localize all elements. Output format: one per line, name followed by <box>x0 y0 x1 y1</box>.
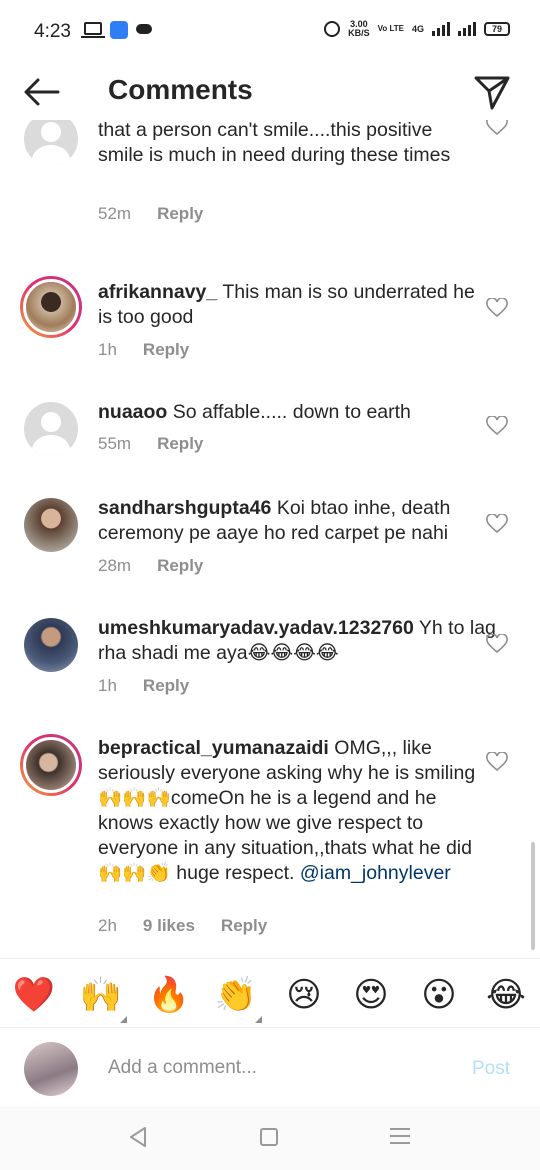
avatar[interactable] <box>20 734 82 796</box>
emoji-crying-face[interactable]: 😢 <box>282 973 326 1017</box>
status-indicators: 3.00 KB/S Vo LTE 4G 79 <box>324 20 510 38</box>
status-time: 4:23 <box>34 21 71 42</box>
emoji-raised-hands-glyph: 🙌 <box>79 976 123 1014</box>
post-button[interactable]: Post <box>472 1058 510 1080</box>
emoji-heart[interactable]: ❤️ <box>12 973 56 1017</box>
volte-indicator: Vo LTE <box>377 24 404 33</box>
comment-text: So affable..... down to earth <box>172 401 411 423</box>
reply-button[interactable]: Reply <box>157 204 203 224</box>
comment-meta: 1h Reply <box>98 676 215 696</box>
network-speed: 3.00 KB/S <box>348 20 370 38</box>
comment-body: bepractical_yumanazaidi OMG,,, like seri… <box>98 736 478 886</box>
cloud-icon <box>136 24 152 34</box>
arrow-left-icon[interactable] <box>22 76 62 108</box>
comment-body: sandharshgupta46 Koi btao inhe, death ce… <box>98 496 478 546</box>
comment-username[interactable]: sandharshgupta46 <box>98 497 271 519</box>
emoji-tears-of-joy[interactable]: 😂 <box>484 973 528 1017</box>
laptop-icon <box>81 22 105 38</box>
comment-meta: 2h 9 likes Reply <box>98 916 293 936</box>
heart-icon[interactable] <box>486 752 508 772</box>
comment-body: nuaaoo So affable..... down to earth <box>98 400 478 425</box>
emoji-bar: ❤️ 🙌 🔥 👏 😢 😍 😮 😂 <box>0 958 540 1028</box>
comment-username[interactable]: nuaaoo <box>98 401 167 423</box>
reply-button[interactable]: Reply <box>143 340 189 360</box>
reply-button[interactable]: Reply <box>221 916 267 936</box>
comment-meta: 55m Reply <box>98 434 229 454</box>
heart-icon[interactable] <box>486 298 508 318</box>
system-nav-bar <box>0 1106 540 1170</box>
reply-button[interactable]: Reply <box>157 434 203 454</box>
comment-time: 52m <box>98 204 132 223</box>
comment-meta: 28m Reply <box>98 556 229 576</box>
nav-recents-icon[interactable] <box>390 1128 410 1149</box>
likes-count[interactable]: 9 likes <box>143 916 195 936</box>
comment-username[interactable]: bepractical_yumanazaidi <box>98 737 329 759</box>
reply-button[interactable]: Reply <box>143 676 189 696</box>
battery-icon: 79 <box>484 22 510 36</box>
signal-2-icon <box>458 22 476 36</box>
comment-time: 1h <box>98 676 117 695</box>
heart-icon[interactable] <box>486 514 508 534</box>
header: Comments <box>0 64 540 120</box>
comments-list[interactable]: · that a person can't smile....this posi… <box>0 120 540 952</box>
comment-time: 1h <box>98 340 117 359</box>
nav-home-icon[interactable] <box>260 1128 278 1146</box>
comment-meta: 1h Reply <box>98 340 215 360</box>
scrollbar[interactable] <box>531 842 535 950</box>
app-notification-icon <box>110 21 128 39</box>
emoji-clapping-hands[interactable]: 👏 <box>214 973 262 1023</box>
add-comment-bar: Post <box>0 1030 540 1106</box>
comment-meta: 52m Reply <box>98 204 229 224</box>
comment-text: that a person can't smile....this positi… <box>98 120 451 166</box>
emoji-heart-eyes[interactable]: 😍 <box>349 973 393 1017</box>
comment-username[interactable]: umeshkumaryadav.yadav.1232760 <box>98 617 414 639</box>
emoji-fire[interactable]: 🔥 <box>147 973 191 1017</box>
page-title: Comments <box>108 74 253 105</box>
comment-time: 2h <box>98 916 117 935</box>
emoji-raised-hands[interactable]: 🙌 <box>79 973 127 1023</box>
comment-time: 55m <box>98 434 132 453</box>
comment-body: · that a person can't smile....this posi… <box>98 120 478 168</box>
heart-icon[interactable] <box>486 416 508 436</box>
heart-icon[interactable] <box>486 634 508 654</box>
heart-icon[interactable] <box>486 120 508 136</box>
alarm-icon <box>324 21 341 37</box>
network-type: 4G <box>411 24 424 34</box>
signal-icon <box>432 22 450 36</box>
comment-body: umeshkumaryadav.yadav.1232760 Yh to lag … <box>98 616 498 666</box>
comment-mention[interactable]: @iam_johnylever <box>300 862 451 884</box>
user-avatar <box>24 1042 78 1096</box>
paper-plane-icon[interactable] <box>472 72 512 112</box>
avatar[interactable] <box>24 498 78 552</box>
network-speed-unit: KB/S <box>348 28 370 38</box>
comment-time: 28m <box>98 556 132 575</box>
status-bar: 4:23 3.00 KB/S Vo LTE 4G 79 <box>0 0 540 64</box>
emoji-surprised-face[interactable]: 😮 <box>417 973 461 1017</box>
avatar[interactable] <box>24 120 78 166</box>
comment-username[interactable]: afrikannavy_ <box>98 281 217 303</box>
emoji-clapping-hands-glyph: 👏 <box>214 976 258 1014</box>
avatar[interactable] <box>24 618 78 672</box>
nav-back-icon[interactable] <box>128 1126 148 1148</box>
avatar[interactable] <box>20 276 82 338</box>
comment-body: afrikannavy_ This man is so underrated h… <box>98 280 478 330</box>
reply-button[interactable]: Reply <box>157 556 203 576</box>
comment-input[interactable] <box>108 1052 438 1084</box>
avatar[interactable] <box>24 402 78 456</box>
